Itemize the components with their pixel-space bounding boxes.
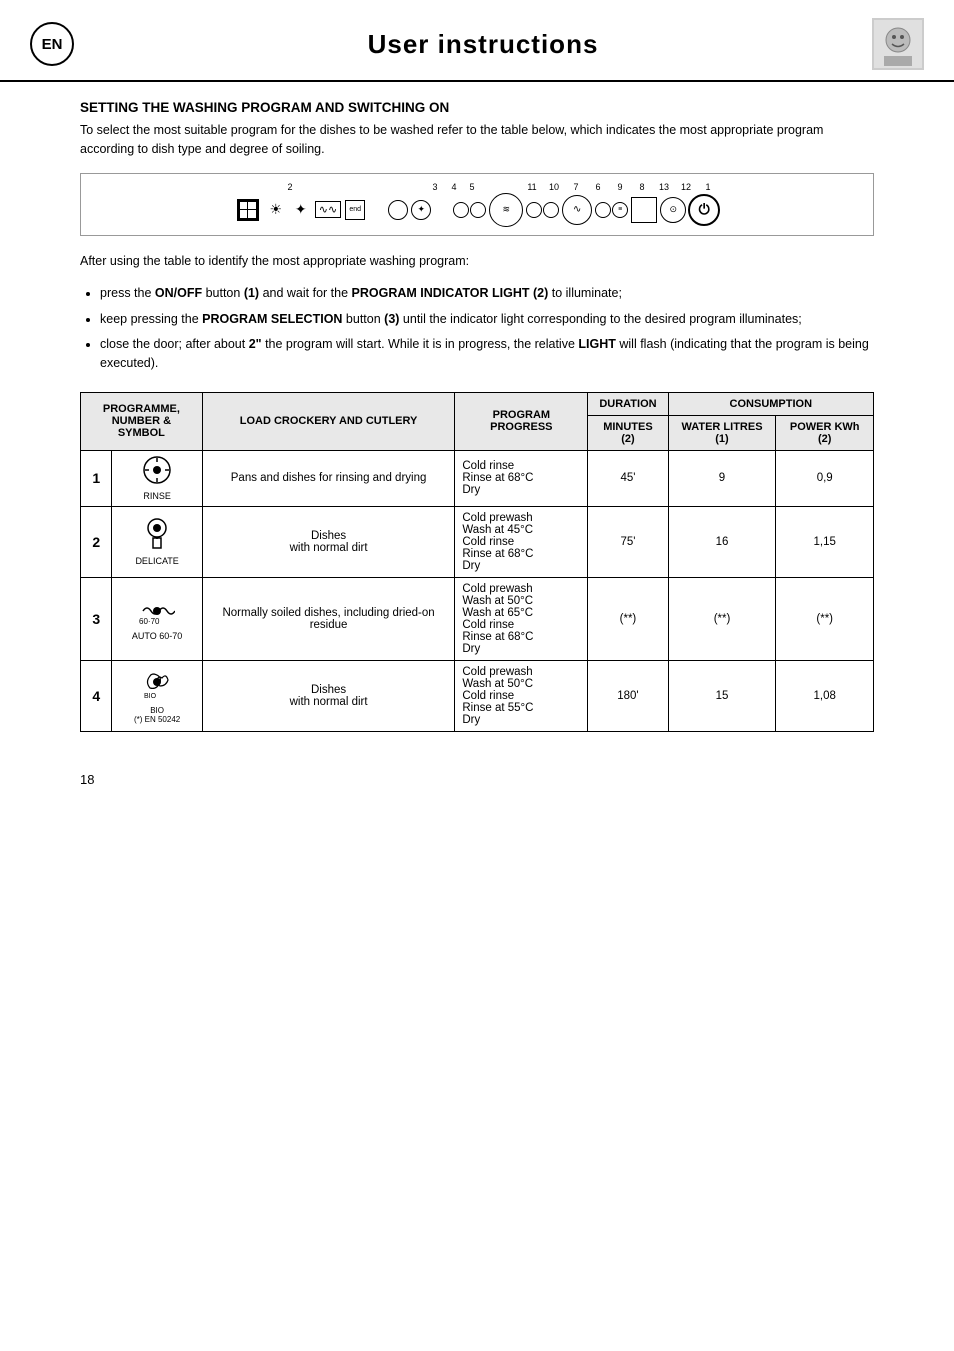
- page-title: User instructions: [94, 29, 872, 60]
- table-row: 4 BIO BIO(*) EN 50242 Disheswith normal …: [81, 660, 874, 731]
- diag-large-circle: ≋: [489, 193, 523, 227]
- diag-star-circle: ✦: [411, 200, 431, 220]
- th-load: LOAD CROCKERY AND CUTLERY: [202, 392, 455, 450]
- th-duration: DURATION: [588, 392, 668, 415]
- row4-water: 15: [668, 660, 776, 731]
- instructions-list: press the ON/OFF button (1) and wait for…: [90, 284, 874, 374]
- row3-load: Normally soiled dishes, including dried-…: [202, 577, 455, 660]
- page-number: 18: [80, 772, 874, 787]
- row3-minutes: (**): [588, 577, 668, 660]
- row3-progress: Cold prewashWash at 50°CWash at 65°CCold…: [455, 577, 588, 660]
- th-water: WATER LITRES (1): [668, 415, 776, 450]
- row2-load: Disheswith normal dirt: [202, 506, 455, 577]
- row3-symbol: 60·70 AUTO 60-70: [112, 577, 202, 660]
- row1-progress: Cold rinseRinse at 68°CDry: [455, 450, 588, 506]
- after-diagram-text: After using the table to identify the mo…: [80, 252, 874, 271]
- bullet-2: keep pressing the PROGRAM SELECTION butt…: [100, 310, 874, 329]
- th-power: POWER KWh (2): [776, 415, 874, 450]
- row1-symbol: RINSE: [112, 450, 202, 506]
- row3-power: (**): [776, 577, 874, 660]
- program-diagram: 2 3 4 5 11 10 7 6 9 8 13 12 1: [80, 173, 874, 236]
- diag-wave-circle: ∿: [562, 195, 592, 225]
- row4-num: 4: [81, 660, 112, 731]
- row2-minutes: 75': [588, 506, 668, 577]
- th-programme: PROGRAMME, NUMBER & SYMBOL: [81, 392, 203, 450]
- bullet-1: press the ON/OFF button (1) and wait for…: [100, 284, 874, 303]
- program-table: PROGRAMME, NUMBER & SYMBOL LOAD CROCKERY…: [80, 392, 874, 732]
- page-header: EN User instructions: [0, 0, 954, 82]
- row1-power: 0,9: [776, 450, 874, 506]
- row1-water: 9: [668, 450, 776, 506]
- language-badge: EN: [30, 22, 74, 66]
- row2-progress: Cold prewashWash at 45°CCold rinseRinse …: [455, 506, 588, 577]
- row4-symbol: BIO BIO(*) EN 50242: [112, 660, 202, 731]
- row1-load: Pans and dishes for rinsing and drying: [202, 450, 455, 506]
- row4-minutes: 180': [588, 660, 668, 731]
- diag-item-sun: ☀: [265, 201, 287, 218]
- diag-item-grid: [234, 199, 262, 221]
- intro-text: To select the most suitable program for …: [80, 121, 874, 159]
- diag-item-star: ✦: [290, 201, 312, 218]
- bullet-3: close the door; after about 2" the progr…: [100, 335, 874, 374]
- th-program-progress: PROGRAM PROGRESS: [455, 392, 588, 450]
- row2-num: 2: [81, 506, 112, 577]
- row4-load: Disheswith normal dirt: [202, 660, 455, 731]
- th-consumption: CONSUMPTION: [668, 392, 873, 415]
- svg-text:BIO: BIO: [144, 693, 157, 700]
- row4-progress: Cold prewashWash at 50°CCold rinseRinse …: [455, 660, 588, 731]
- diag-oo3: ≡: [595, 202, 628, 218]
- table-row: 2 DELICATE Disheswith normal dirt Cold p…: [81, 506, 874, 577]
- diag-circle-1: [388, 200, 408, 220]
- table-row: 3 60·70 AUTO 60-70 Normally soiled dishe…: [81, 577, 874, 660]
- diag-power-section: ⊙ ⏻: [660, 194, 720, 226]
- diag-rect: [631, 197, 657, 223]
- row2-symbol: DELICATE: [112, 506, 202, 577]
- main-content: SETTING THE WASHING PROGRAM AND SWITCHIN…: [0, 90, 954, 817]
- row3-num: 3: [81, 577, 112, 660]
- diag-oo2: [526, 202, 559, 218]
- row3-water: (**): [668, 577, 776, 660]
- diag-item-box: end: [344, 200, 366, 220]
- row1-minutes: 45': [588, 450, 668, 506]
- language-label: EN: [42, 36, 63, 53]
- table-row: 1 RINSE Pans and dishes for rinsing and …: [81, 450, 874, 506]
- svg-text:60·70: 60·70: [139, 617, 160, 625]
- th-minutes: MINUTES (2): [588, 415, 668, 450]
- section-title: SETTING THE WASHING PROGRAM AND SWITCHIN…: [80, 100, 874, 115]
- row2-power: 1,15: [776, 506, 874, 577]
- row2-water: 16: [668, 506, 776, 577]
- row1-num: 1: [81, 450, 112, 506]
- row4-power: 1,08: [776, 660, 874, 731]
- diag-oo: [453, 202, 486, 218]
- brand-logo: [872, 18, 924, 70]
- diag-item-wave: ∿∿: [315, 201, 341, 218]
